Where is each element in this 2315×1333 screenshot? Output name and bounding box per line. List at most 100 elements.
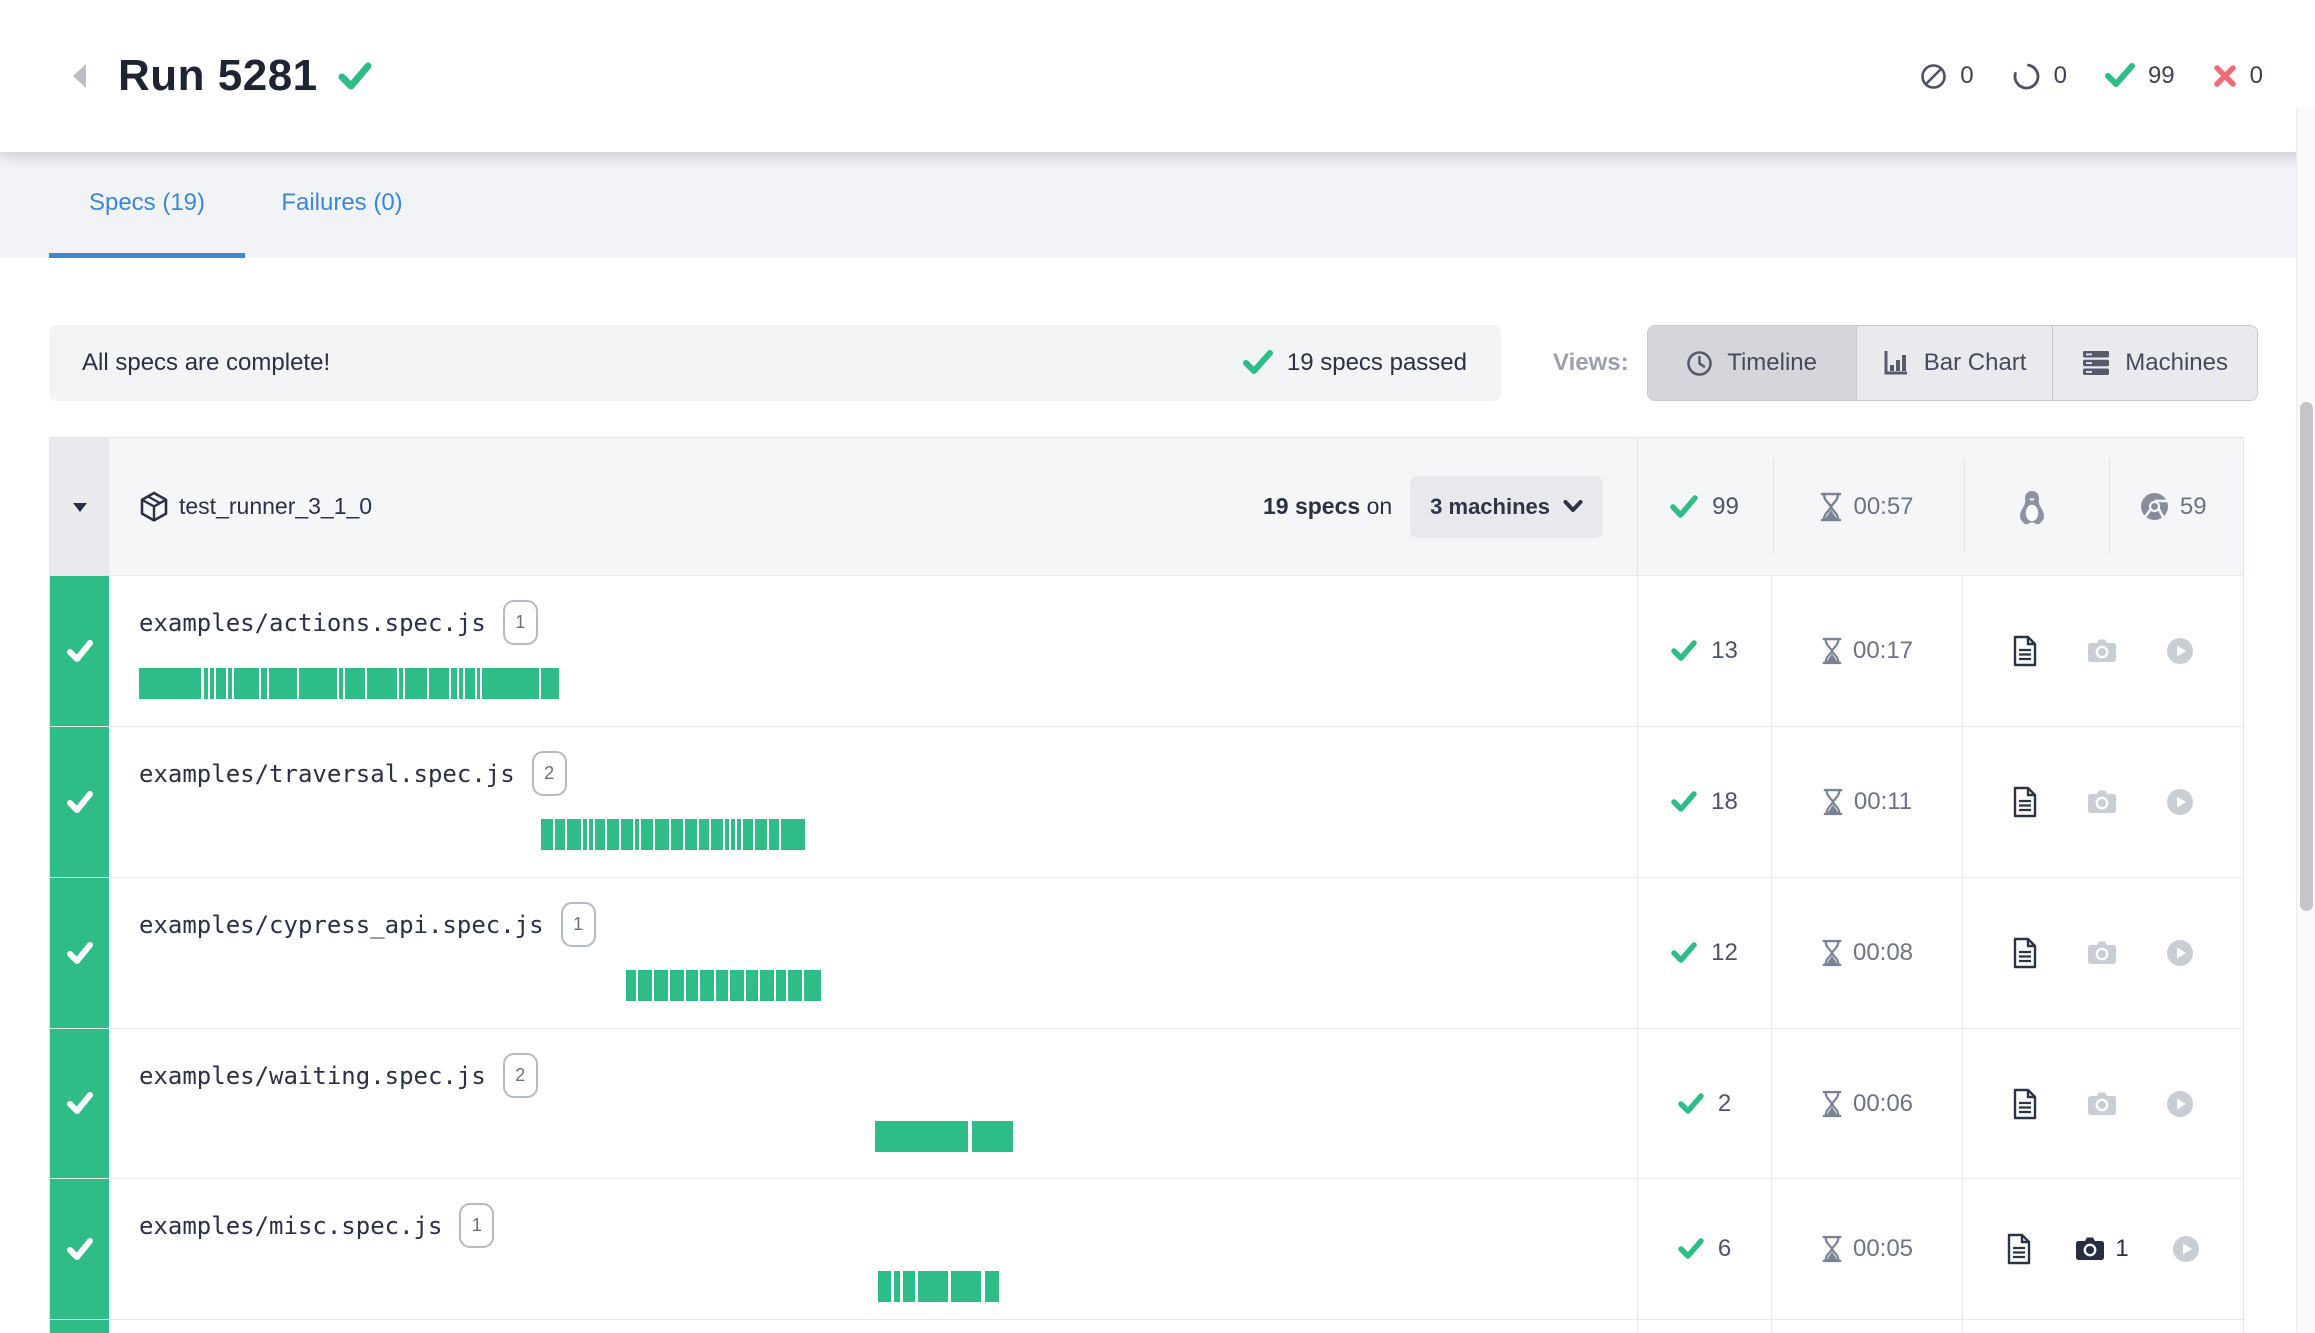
spec-passed-cell: 12 [1637,878,1771,1028]
spec-passed-cell: 6 [1637,1179,1771,1319]
spec-row: examples/actions.spec.js 1 13 00:17 [50,576,2243,727]
timeline-segment [541,819,553,850]
timeline-segment [804,970,821,1001]
toolbar: All specs are complete! 19 specs passed … [0,325,2315,401]
spec-name[interactable]: examples/waiting.spec.js [139,1062,486,1090]
timeline-segment [139,668,201,699]
spec-timeline [139,819,1637,850]
video-button[interactable] [2166,637,2194,665]
check-icon [1678,1093,1704,1115]
output-log-button[interactable] [2006,1233,2032,1265]
spec-row: examples/cypress_api.spec.js 1 12 00:08 [50,878,2243,1029]
screenshots-button[interactable] [2087,940,2117,966]
output-log-button[interactable] [2012,937,2038,969]
spec-duration: 00:05 [1853,1235,1913,1263]
passed-stat: 99 [2105,62,2175,90]
spec-row-partial [50,1320,2243,1333]
banner-passed-text: 19 specs passed [1287,349,1467,377]
screenshots-button[interactable] [2087,789,2117,815]
video-button[interactable] [2166,939,2194,967]
chevron-down-icon [1563,500,1583,513]
output-log-button[interactable] [2012,786,2038,818]
video-button[interactable] [2166,1090,2194,1118]
group-name: test_runner_3_1_0 [139,491,372,523]
spec-name[interactable]: examples/actions.spec.js [139,609,486,637]
machines-dropdown[interactable]: 3 machines [1410,476,1603,538]
on-word: on [1367,493,1393,519]
timeline-segment [607,819,619,850]
tab-specs[interactable]: Specs (19) [49,152,245,253]
spec-passed-cell: 18 [1637,727,1771,877]
timeline-segment [228,668,232,699]
machines-view-button[interactable]: Machines [2052,326,2257,400]
timeline-segment [951,1271,981,1302]
white-check-icon [67,640,93,663]
spec-duration-cell: 00:06 [1771,1029,1962,1178]
white-check-icon [67,1238,93,1261]
timeline-segment [699,819,709,850]
spec-name[interactable]: examples/cypress_api.spec.js [139,911,544,939]
spec-name[interactable]: examples/traversal.spec.js [139,760,515,788]
white-check-icon [67,942,93,965]
timeline-segment [626,970,636,1001]
group-passed-cell: 99 [1637,438,1771,575]
barchart-view-button[interactable]: Bar Chart [1856,326,2052,400]
failed-count: 0 [2250,62,2263,90]
skipped-count: 0 [1960,62,1973,90]
screenshots-button[interactable] [2087,638,2117,664]
machines-icon [2081,350,2111,376]
timeline-segment [903,1271,915,1302]
machines-view-label: Machines [2125,349,2228,377]
play-icon [2166,939,2194,967]
screenshots-button[interactable] [2087,1091,2117,1117]
skipped-stat: 0 [1920,62,1973,90]
spec-duration: 00:17 [1853,637,1913,665]
spec-name[interactable]: examples/misc.spec.js [139,1212,442,1240]
back-chevron-icon [66,61,92,91]
spec-duration: 00:11 [1854,788,1912,816]
spec-duration-cell: 00:05 [1771,1179,1962,1319]
timeline-segment [204,668,208,699]
expander-triangle-icon [71,499,89,515]
skipped-icon [1920,63,1947,90]
timeline-segment [589,819,593,850]
group-expander[interactable] [50,438,109,575]
timeline-segment [918,1271,948,1302]
output-log-button[interactable] [2012,1088,2038,1120]
spec-row: examples/misc.spec.js 1 6 00:05 1 [50,1179,2243,1320]
timeline-view-button[interactable]: Timeline [1648,326,1856,400]
output-log-button[interactable] [2012,635,2038,667]
specs-on-text: 19 specs on [1263,493,1392,520]
timeline-segment [760,970,774,1001]
tab-failures[interactable]: Failures (0) [262,152,422,253]
timeline-segment [339,668,343,699]
spec-timeline [139,668,1637,699]
views-label: Views: [1553,349,1629,377]
check-icon [1678,1238,1704,1260]
passed-count: 99 [2148,62,2175,90]
hourglass-icon [1821,1235,1843,1263]
divider [1773,458,1774,554]
video-button[interactable] [2172,1235,2200,1263]
back-button[interactable] [66,61,96,91]
spec-status-passed [50,878,109,1028]
hourglass-icon [1821,1090,1843,1118]
timeline-segment [655,819,669,850]
timeline-segment [399,668,403,699]
timeline-segment [725,819,729,850]
pending-icon [2012,62,2041,91]
timeline-segment [555,819,565,850]
page-title: Run 5281 [118,51,318,101]
bar-chart-icon [1882,349,1910,377]
page-scrollbar[interactable] [2296,108,2315,1333]
timeline-segment [641,819,653,850]
timeline-segment [405,668,427,699]
timeline-segment [261,668,267,699]
scrollbar-thumb[interactable] [2300,402,2313,911]
white-check-icon [67,1092,93,1115]
timeline-segment [595,819,605,850]
clock-icon [1686,350,1713,377]
screenshots-button[interactable]: 1 [2075,1235,2128,1263]
video-button[interactable] [2166,788,2194,816]
group-name-label: test_runner_3_1_0 [179,493,372,520]
